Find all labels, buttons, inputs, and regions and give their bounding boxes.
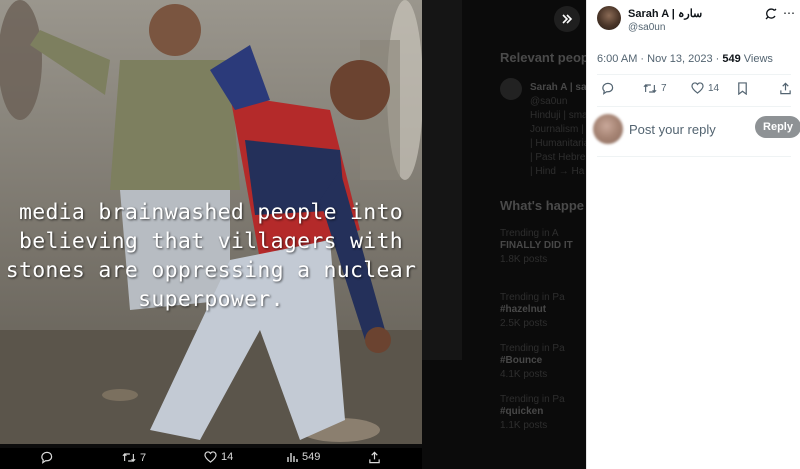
author-name[interactable]: Sarah A | سارہ <box>628 7 702 20</box>
media-views-count: 549 <box>302 451 321 463</box>
media-share-button[interactable] <box>368 451 381 464</box>
reply-input[interactable] <box>629 119 749 139</box>
tweet-panel: Sarah A | سارہ @sa0un ⋯ 6:00 AM · Nov 13… <box>586 0 800 469</box>
expand-button[interactable] <box>554 6 580 32</box>
background-media <box>422 0 462 360</box>
media-retweet-button[interactable]: 7 <box>122 451 146 464</box>
expand-icon <box>562 14 573 24</box>
tweet-timestamp[interactable]: 6:00 AM · Nov 13, 2023 · <box>597 53 722 65</box>
relevant-line: Hinduji | sma <box>530 110 586 121</box>
media-pane: media brainwashed people into believing … <box>0 0 586 469</box>
share-icon <box>369 451 380 464</box>
media-views-button[interactable]: 549 <box>286 451 320 463</box>
retweet-button[interactable]: 7 <box>643 82 667 95</box>
media-retweet-count: 7 <box>140 451 147 464</box>
trend-posts: 1.1K posts <box>500 420 548 431</box>
media-reply-button[interactable] <box>40 451 57 464</box>
tweet-views-label: Views <box>740 53 773 65</box>
bookmark-icon <box>738 82 747 95</box>
relevant-line: @sa0un <box>530 96 568 107</box>
like-icon <box>204 451 217 463</box>
trend-topic: FINALLY DID IT <box>500 240 573 251</box>
trend-context: Trending in Pa <box>500 394 565 405</box>
reply-composer: Reply <box>593 112 800 148</box>
tweet-views-count: 549 <box>722 53 741 65</box>
relevant-people-heading: Relevant peop <box>500 50 586 65</box>
reply-submit-button[interactable]: Reply <box>755 116 800 138</box>
bookmark-button[interactable] <box>737 82 748 95</box>
reply-icon <box>41 451 53 464</box>
trend-topic: #quicken <box>500 406 544 417</box>
media-action-bar: 7 14 549 <box>0 448 422 469</box>
like-icon <box>691 82 704 94</box>
reply-icon <box>602 82 614 95</box>
author-avatar[interactable] <box>597 6 621 30</box>
share-button[interactable] <box>779 82 792 95</box>
overlay-caption: media brainwashed people into believing … <box>5 200 417 312</box>
retweet-icon <box>122 453 136 462</box>
relevant-line: | Past Hebre <box>530 152 586 163</box>
media-like-button[interactable]: 14 <box>204 451 233 463</box>
relevant-line: | Humanitarian <box>530 138 586 149</box>
trend-topic: #hazelnut <box>500 304 547 315</box>
trend-context: Trending in Pa <box>500 343 565 354</box>
trend-topic: #Bounce <box>500 355 543 366</box>
background-sidebar: Relevant peop Sarah A | sa @sa0un Hinduj… <box>500 0 586 469</box>
relevant-line: | Hind → Ha <box>530 166 585 177</box>
like-button[interactable]: 14 <box>691 82 719 94</box>
grok-icon[interactable] <box>765 8 777 20</box>
trend-context: Trending in A <box>500 228 559 239</box>
background-page: Relevant peop Sarah A | sa @sa0un Hinduj… <box>422 0 586 469</box>
trend-posts: 1.8K posts <box>500 254 548 265</box>
media-like-count: 14 <box>221 451 234 463</box>
tweet-action-bar: 7 14 <box>597 80 791 100</box>
tweet-meta: 6:00 AM · Nov 13, 2023 · 549 Views <box>597 53 773 65</box>
relevant-line: Journalism | <box>530 124 584 135</box>
media-viewer-modal: media brainwashed people into believing … <box>0 0 800 469</box>
divider <box>597 156 791 157</box>
like-count: 14 <box>708 82 720 94</box>
trend-context: Trending in Pa <box>500 292 565 303</box>
divider <box>597 74 791 75</box>
share-icon <box>780 82 791 95</box>
trend-posts: 4.1K posts <box>500 369 548 380</box>
more-icon[interactable]: ⋯ <box>783 7 795 19</box>
author-handle[interactable]: @sa0un <box>628 22 665 33</box>
reply-button[interactable] <box>601 82 618 95</box>
retweet-count: 7 <box>661 83 667 94</box>
current-user-avatar <box>593 114 623 144</box>
views-icon <box>287 453 298 462</box>
media-photo[interactable]: media brainwashed people into believing … <box>0 0 422 444</box>
trending-heading: What's happe <box>500 198 584 213</box>
trend-posts: 2.5K posts <box>500 318 548 329</box>
relevant-person-name: Sarah A | sa <box>530 82 586 93</box>
retweet-icon <box>643 84 657 93</box>
tweet-author: Sarah A | سارہ @sa0un ⋯ <box>597 6 797 36</box>
divider <box>597 106 791 107</box>
